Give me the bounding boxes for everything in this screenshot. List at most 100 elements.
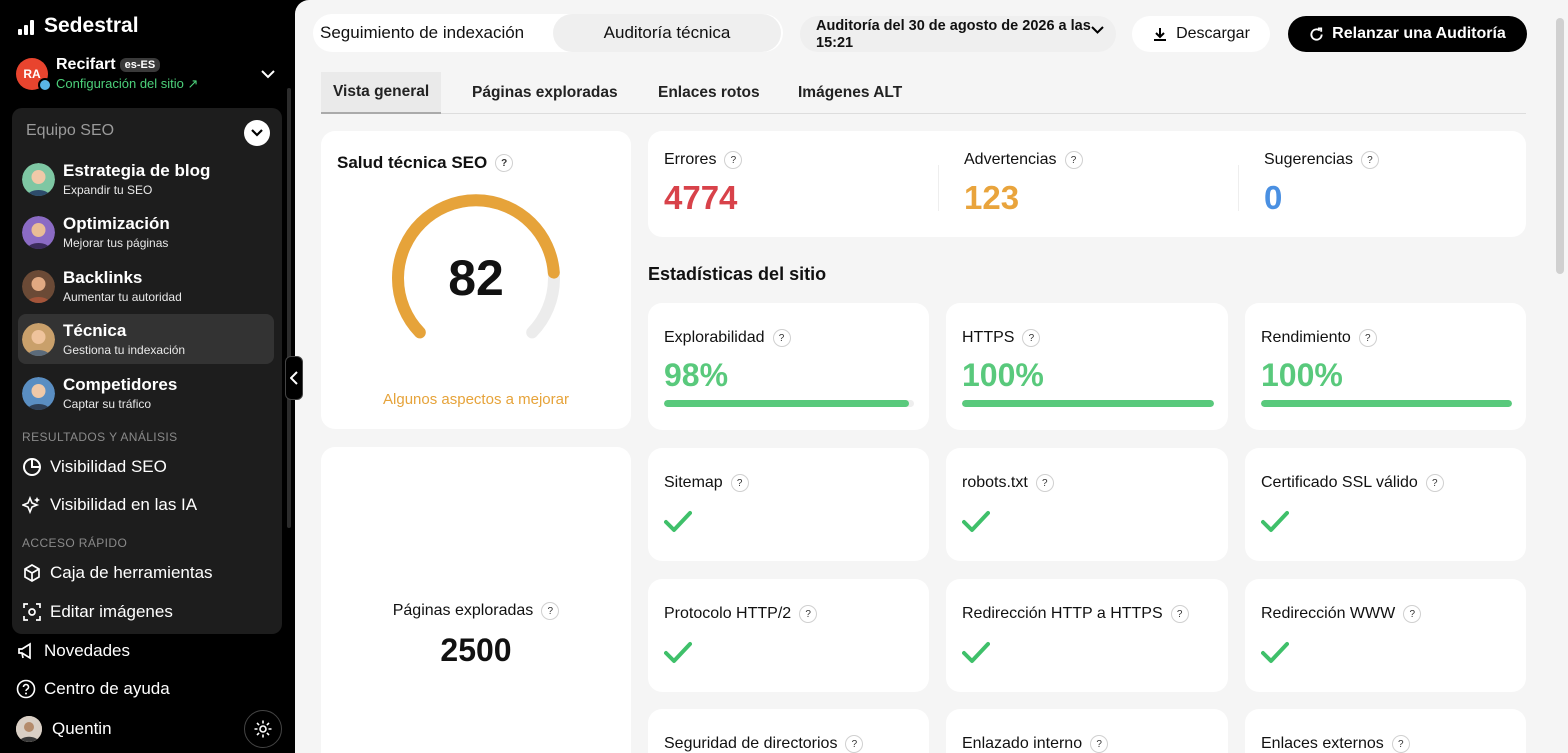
metric-card: Explorabilidad? 98% [648,303,929,430]
help-icon[interactable]: ? [495,154,514,172]
site-name: Recifart [56,56,116,73]
metric-value: 98% [664,357,729,393]
help-icon[interactable]: ? [799,605,818,623]
rerun-audit-button[interactable]: Relanzar una Auditoría [1288,16,1527,52]
logo-icon [18,17,36,35]
sidebar-scrollbar[interactable] [287,88,291,528]
sidebar: Sedestral RA Recifart es-ES Configuración… [0,0,294,753]
agent-backlinks[interactable]: Backlinks Aumentar tu autoridad [18,261,274,311]
sparkle-icon [22,495,40,515]
check-card: Sitemap? [648,448,929,561]
segment-indexing[interactable]: Seguimiento de indexación [320,23,524,43]
check-card: Protocolo HTTP/2? [648,579,929,692]
agent-technical[interactable]: Técnica Gestiona tu indexación [18,314,274,364]
chevron-down-icon[interactable] [258,64,278,84]
nav-seo-visibility[interactable]: Visibilidad SEO [22,457,167,477]
avatar [16,716,42,742]
nav-ai-visibility[interactable]: Visibilidad en las IA [22,495,197,515]
tab-broken-links[interactable]: Enlaces rotos [646,72,772,114]
box-icon [24,564,40,582]
checkmark-icon [1261,642,1289,663]
help-icon[interactable]: ? [541,602,560,620]
site-config-link[interactable]: Configuración del sitio ↗ [56,76,258,92]
check-card: Certificado SSL válido? [1245,448,1526,561]
collapse-sidebar-button[interactable] [285,356,303,400]
agent-blog-strategy[interactable]: Estrategia de blog Expandir tu SEO [18,154,274,204]
suggestions-count: 0 [1264,179,1283,216]
locale-badge: es-ES [119,58,161,72]
crawled-pages-count: 2500 [440,632,512,668]
agent-optimization[interactable]: Optimización Mejorar tus páginas [18,207,274,257]
download-button[interactable]: Descargar [1132,16,1270,52]
help-icon[interactable]: ? [1360,151,1379,169]
help-icon[interactable]: ? [1022,329,1041,347]
help-icon[interactable]: ? [1064,151,1083,169]
metric-value: 100% [962,357,1044,393]
nav-news[interactable]: Novedades [16,641,130,661]
metric-card: HTTPS? 100% [946,303,1228,430]
view-switcher: Seguimiento de indexación Auditoría técn… [313,14,783,52]
chevron-down-icon[interactable] [244,120,270,146]
help-icon[interactable]: ? [1403,605,1422,623]
check-card: Enlaces externos? [1245,709,1526,753]
tab-crawled-pages[interactable]: Páginas exploradas [460,72,630,114]
errors-count: 4774 [664,179,738,216]
agent-competitors[interactable]: Competidores Captar su tráfico [18,368,274,418]
main-scrollbar[interactable] [1556,18,1564,274]
help-icon[interactable]: ? [772,329,791,347]
help-icon[interactable]: ? [1358,329,1377,347]
user-name: Quentin [52,719,112,738]
agent-avatar [22,322,55,356]
nav-edit-images[interactable]: Editar imágenes [22,602,173,622]
gear-icon[interactable] [244,710,282,748]
site-switcher[interactable]: RA Recifart es-ES Configuración del sitio… [16,52,278,96]
checkmark-icon [962,511,990,532]
crawled-pages-card: Páginas exploradas? 2500 [321,447,631,753]
help-icon[interactable]: ? [1090,735,1109,753]
refresh-icon [1310,26,1323,41]
nav-toolbox[interactable]: Caja de herramientas [22,563,213,583]
tab-alt-images[interactable]: Imágenes ALT [786,72,914,114]
checkmark-icon [664,642,692,663]
help-icon[interactable]: ? [724,151,743,169]
metric-card: Rendimiento? 100% [1245,303,1526,430]
section-results: RESULTADOS Y ANÁLISIS [22,430,178,444]
brand-name: Sedestral [44,14,139,37]
help-icon[interactable]: ? [845,735,864,753]
tab-bar: Vista general Páginas exploradas Enlaces… [321,72,1526,114]
checkmark-icon [1261,511,1289,532]
progress-bar [1261,400,1512,407]
brand[interactable]: Sedestral [18,14,139,38]
team-title: Equipo SEO [26,122,115,139]
issues-card: Errores? 4774 Advertencias? 123 Sugerenc… [648,131,1526,237]
check-card: Redirección HTTP a HTTPS? [946,579,1228,692]
metric-value: 100% [1261,357,1343,393]
chevron-down-icon [1091,26,1104,34]
check-card: Enlazado interno? [946,709,1228,753]
warnings-count: 123 [964,179,1020,216]
help-icon[interactable]: ? [730,474,749,492]
errors-stat[interactable]: Errores? 4774 [648,131,938,237]
agent-avatar [22,162,55,196]
help-icon[interactable]: ? [1035,474,1054,492]
agent-avatar [22,269,55,303]
chevron-left-icon [290,371,298,385]
nav-help-center[interactable]: Centro de ayuda [16,679,170,699]
help-icon[interactable]: ? [1170,605,1189,623]
agent-avatar [22,215,55,249]
segment-technical-audit[interactable]: Auditoría técnica [553,14,781,52]
tab-overview[interactable]: Vista general [321,72,442,114]
main-content: Seguimiento de indexación Auditoría técn… [295,0,1568,753]
audit-date-select[interactable]: Auditoría del 30 de agosto de 2026 a las… [800,16,1116,52]
check-card: Redirección WWW? [1245,579,1526,692]
help-icon[interactable]: ? [1425,474,1444,492]
agent-avatar [22,376,55,410]
check-card: Seguridad de directorios? [648,709,929,753]
user-menu[interactable]: Quentin [16,716,112,742]
warnings-stat[interactable]: Advertencias? 123 [948,131,1238,237]
help-icon [16,679,36,699]
help-icon[interactable]: ? [1391,735,1410,753]
suggestions-stat[interactable]: Sugerencias? 0 [1248,131,1538,237]
check-card: robots.txt? [946,448,1228,561]
pie-chart-icon [23,458,41,476]
